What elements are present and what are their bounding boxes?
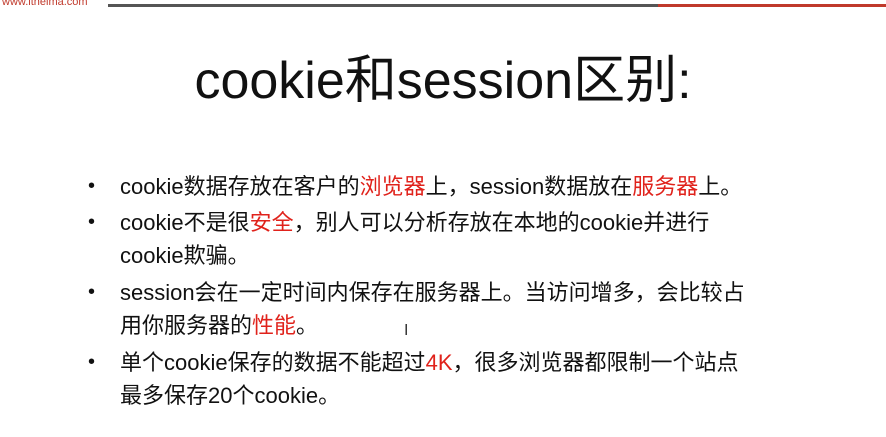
bullet-text-part: 单个cookie保存的数据不能超过 [120, 350, 426, 375]
bullet-text-part: 上。 [698, 174, 743, 199]
bullet-text-part: cookie数据存放在客户的 [120, 174, 360, 199]
text-cursor-icon: I [404, 322, 409, 339]
highlight-text: 服务器 [632, 174, 699, 199]
bullet-text-part: 用你服务器的 [120, 313, 253, 338]
top-border: www.itheima.com [0, 0, 886, 12]
bullet-text-part: cookie不是很 [120, 210, 250, 235]
bullet-dot: • [88, 175, 96, 197]
bullet-text-part: 。 [296, 313, 319, 338]
bullet-dot: • [88, 351, 96, 373]
top-rule-red [658, 4, 886, 7]
bullet-dot: • [88, 281, 96, 303]
slide-title: cookie和session区别: [194, 52, 692, 110]
highlight-text: 安全 [249, 210, 294, 235]
bullet-text: cookie不是很安全，别人可以分析存放在本地的cookie并进行 cookie欺… [120, 206, 860, 272]
top-rule-dark [108, 4, 658, 7]
bullet-text-part: 最多保存20个cookie。 [120, 383, 341, 408]
bullet-text-part: 上，session数据放在 [425, 174, 633, 199]
bullet-text-part: session会在一定时间内保存在服务器上。当访问增多，会比较占 [120, 280, 745, 305]
bullet-text: session会在一定时间内保存在服务器上。当访问增多，会比较占 用你服务器的性能… [120, 276, 860, 342]
bullet-text-part: cookie欺骗。 [120, 243, 250, 268]
bullet-text-part: ，别人可以分析存放在本地的cookie并进行 [293, 210, 710, 235]
bullet-text-part: ，很多浏览器都限制一个站点 [452, 350, 739, 375]
bullet-text: cookie数据存放在客户的浏览器上，session数据放在服务器上。 [120, 170, 860, 203]
bullet-text: 单个cookie保存的数据不能超过4K，很多浏览器都限制一个站点最多保存20个c… [120, 346, 860, 412]
highlight-text: 性能 [252, 313, 297, 338]
highlight-text: 浏览器 [359, 174, 426, 199]
highlight-text: 4K [425, 350, 453, 375]
site-url: www.itheima.com [2, 0, 88, 8]
bullet-dot: • [88, 211, 96, 233]
